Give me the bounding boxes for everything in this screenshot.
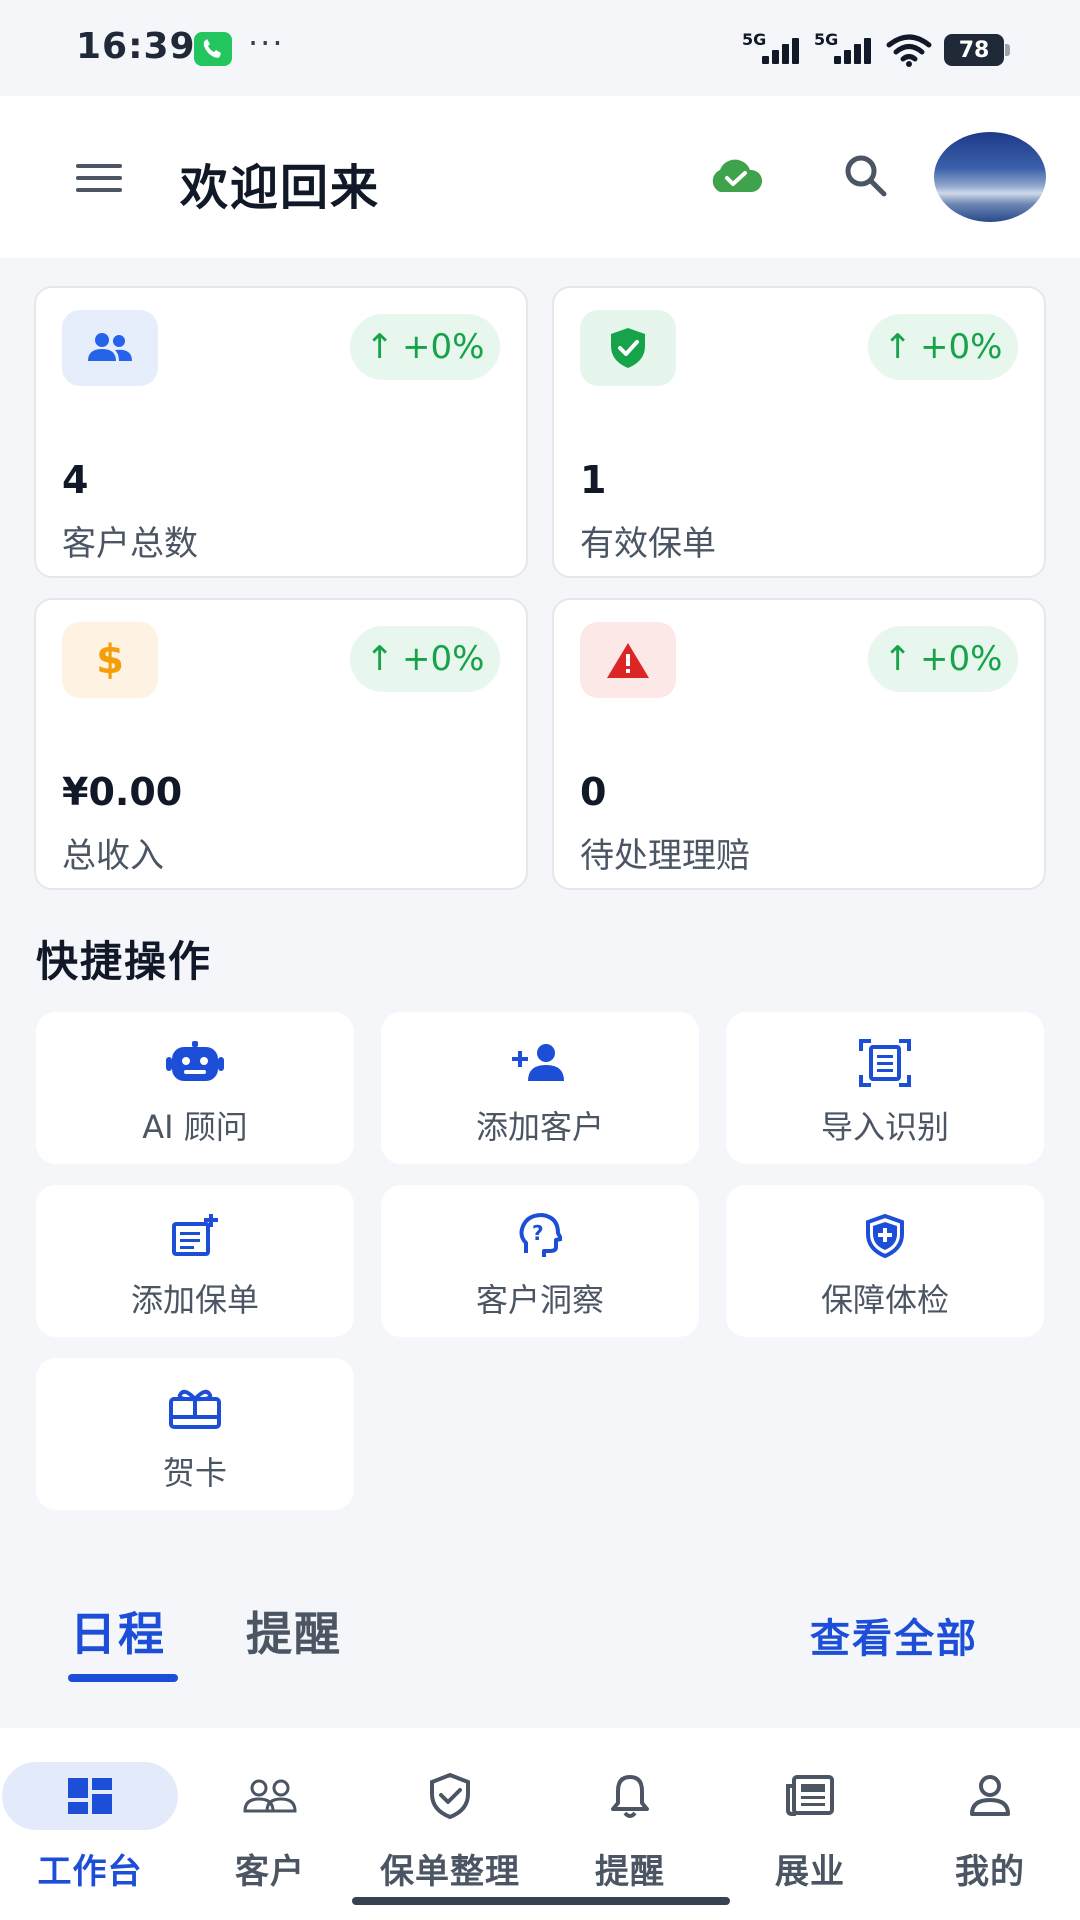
warning-icon bbox=[580, 622, 676, 698]
shield-icon bbox=[422, 1770, 478, 1822]
quick-action-greeting-card[interactable]: 贺卡 bbox=[36, 1358, 354, 1510]
newspaper-icon bbox=[782, 1770, 838, 1822]
stat-value: 1 bbox=[580, 458, 607, 502]
stat-card-revenue[interactable]: $ ↑ +0% ¥0.00 总收入 bbox=[34, 598, 528, 890]
menu-icon[interactable] bbox=[76, 164, 122, 194]
change-badge: ↑ +0% bbox=[350, 314, 500, 380]
quick-action-add-customer[interactable]: 添加客户 bbox=[381, 1012, 699, 1164]
quick-action-customer-insight[interactable]: ? 客户洞察 bbox=[381, 1185, 699, 1337]
more-notifications-icon: ··· bbox=[248, 24, 285, 62]
tab-active-indicator bbox=[68, 1674, 178, 1682]
gift-card-icon bbox=[165, 1384, 225, 1434]
nav-item-reminders[interactable]: 提醒 bbox=[540, 1744, 720, 1894]
insight-head-icon: ? bbox=[510, 1211, 570, 1261]
dashboard-icon bbox=[62, 1770, 118, 1822]
stat-card-claims[interactable]: ↑ +0% 0 待处理理赔 bbox=[552, 598, 1046, 890]
stat-label: 总收入 bbox=[62, 836, 164, 876]
change-badge: ↑ +0% bbox=[350, 626, 500, 692]
status-time: 16:39 bbox=[76, 26, 196, 67]
person-icon bbox=[962, 1770, 1018, 1822]
arrow-up-icon: ↑ bbox=[883, 327, 913, 367]
cloud-sync-icon[interactable] bbox=[706, 156, 766, 196]
quick-action-label: 客户洞察 bbox=[475, 1281, 604, 1319]
stat-value: 4 bbox=[62, 458, 89, 502]
nav-item-customers[interactable]: 客户 bbox=[180, 1744, 360, 1894]
stat-label: 客户总数 bbox=[62, 524, 198, 564]
quick-action-import-scan[interactable]: 导入识别 bbox=[726, 1012, 1044, 1164]
arrow-up-icon: ↑ bbox=[365, 327, 395, 367]
quick-action-label: 添加保单 bbox=[130, 1281, 259, 1319]
home-indicator[interactable] bbox=[352, 1897, 730, 1905]
page-title: 欢迎回来 bbox=[180, 160, 381, 216]
dollar-icon: $ bbox=[62, 622, 158, 698]
bottom-navigation: 工作台 客户 保单整理 提醒 展业 我的 bbox=[0, 1728, 1080, 1920]
app-header: 欢迎回来 bbox=[0, 96, 1080, 258]
quick-action-label: 保障体检 bbox=[820, 1281, 949, 1319]
nav-item-policy-organize[interactable]: 保单整理 bbox=[360, 1744, 540, 1894]
nav-item-me[interactable]: 我的 bbox=[900, 1744, 1080, 1894]
battery-icon: 78 bbox=[944, 34, 1010, 66]
stat-label: 有效保单 bbox=[580, 524, 716, 564]
quick-actions-title: 快捷操作 bbox=[36, 937, 213, 986]
nav-label: 我的 bbox=[955, 1852, 1025, 1892]
view-all-link[interactable]: 查看全部 bbox=[810, 1606, 978, 1664]
add-document-icon bbox=[165, 1211, 225, 1261]
nav-item-workbench[interactable]: 工作台 bbox=[0, 1744, 180, 1894]
users-icon bbox=[62, 310, 158, 386]
signal-5g-icon: 5G bbox=[742, 30, 802, 68]
arrow-up-icon: ↑ bbox=[883, 639, 913, 679]
search-icon[interactable] bbox=[842, 152, 888, 198]
quick-action-ai-advisor[interactable]: AI 顾问 bbox=[36, 1012, 354, 1164]
quick-action-coverage-check[interactable]: 保障体检 bbox=[726, 1185, 1044, 1337]
svg-text:?: ? bbox=[532, 1221, 544, 1245]
stat-label: 待处理理赔 bbox=[580, 836, 750, 876]
nav-item-business[interactable]: 展业 bbox=[720, 1744, 900, 1894]
signal-5g-icon: 5G bbox=[814, 30, 874, 68]
quick-action-label: 贺卡 bbox=[162, 1454, 227, 1492]
quick-action-add-policy[interactable]: 添加保单 bbox=[36, 1185, 354, 1337]
tab-schedule[interactable]: 日程 bbox=[70, 1598, 166, 1664]
arrow-up-icon: ↑ bbox=[365, 639, 395, 679]
quick-action-label: AI 顾问 bbox=[142, 1108, 248, 1146]
phone-call-icon bbox=[194, 32, 232, 66]
scan-document-icon bbox=[855, 1038, 915, 1088]
shield-check-icon bbox=[580, 310, 676, 386]
add-person-icon bbox=[510, 1038, 570, 1088]
quick-action-label: 导入识别 bbox=[820, 1108, 949, 1146]
tab-reminders[interactable]: 提醒 bbox=[246, 1598, 342, 1664]
stat-value: ¥0.00 bbox=[62, 770, 183, 814]
avatar[interactable] bbox=[934, 132, 1046, 222]
bell-icon bbox=[602, 1770, 658, 1822]
quick-action-label: 添加客户 bbox=[475, 1108, 604, 1146]
shield-plus-icon bbox=[855, 1211, 915, 1261]
wifi-icon bbox=[886, 34, 932, 67]
stat-card-policies[interactable]: ↑ +0% 1 有效保单 bbox=[552, 286, 1046, 578]
robot-icon bbox=[165, 1038, 225, 1088]
stat-value: 0 bbox=[580, 770, 607, 814]
status-bar: 16:39 ··· 5G 5G 78 bbox=[0, 0, 1080, 96]
change-badge: ↑ +0% bbox=[868, 626, 1018, 692]
change-badge: ↑ +0% bbox=[868, 314, 1018, 380]
people-icon bbox=[242, 1770, 298, 1822]
stat-card-customers[interactable]: ↑ +0% 4 客户总数 bbox=[34, 286, 528, 578]
